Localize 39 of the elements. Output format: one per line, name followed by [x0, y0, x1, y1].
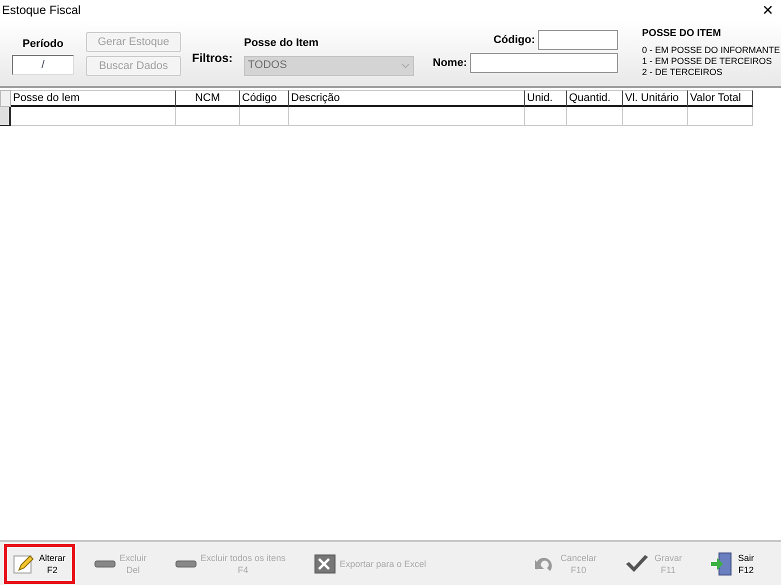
- table-cell: [623, 107, 688, 126]
- legend-line: 1 - EM POSSE DE TERCEIROS: [642, 56, 773, 67]
- minus-icon: [174, 560, 197, 568]
- column-header[interactable]: Vl. Unitário: [623, 90, 688, 107]
- column-header[interactable]: Quantid.: [567, 90, 623, 107]
- codigo-field[interactable]: [538, 30, 618, 50]
- filtros-label: Filtros:: [192, 51, 233, 65]
- column-header[interactable]: Valor Total: [688, 90, 753, 107]
- table-cell: [567, 107, 623, 126]
- periodo-field[interactable]: /: [12, 54, 74, 74]
- row-header-cell[interactable]: [0, 107, 11, 126]
- periodo-label: Período: [22, 37, 64, 52]
- codigo-label: Código:: [493, 32, 535, 48]
- toolbar-button[interactable]: Sair F12: [700, 544, 763, 584]
- column-header[interactable]: Descrição: [289, 90, 525, 107]
- minus-icon: [94, 560, 116, 568]
- column-header[interactable]: NCM: [176, 90, 240, 107]
- table-cell: [688, 107, 753, 126]
- window-title: Estoque Fiscal: [1, 2, 81, 19]
- nome-label: Nome:: [432, 56, 467, 71]
- chevron-icon: [401, 62, 410, 68]
- column-header[interactable]: Código: [240, 90, 289, 107]
- nome-field[interactable]: [470, 53, 618, 73]
- exit-door-icon: [710, 552, 734, 576]
- toolbar-button[interactable]: Alterar F2: [4, 544, 75, 584]
- table-cell: [176, 107, 240, 126]
- legend-title: POSSE DO ITEM: [642, 27, 722, 41]
- row-header-cell: [0, 90, 11, 107]
- posse-label: Posse do Item: [244, 36, 320, 51]
- column-header[interactable]: Unid.: [525, 90, 567, 107]
- spreadsheet-icon: [314, 554, 336, 574]
- pencil-icon: [13, 552, 35, 574]
- table-cell: [240, 107, 289, 126]
- checkmark-icon: [624, 554, 650, 574]
- legend-line: 0 - EM POSSE DO INFORMANTE: [642, 45, 780, 56]
- table-cell: [525, 107, 567, 126]
- close-button[interactable]: ✕: [755, 0, 781, 20]
- legend-line: 2 - DE TERCEIROS: [642, 67, 724, 78]
- column-header[interactable]: Posse do lem: [11, 90, 176, 107]
